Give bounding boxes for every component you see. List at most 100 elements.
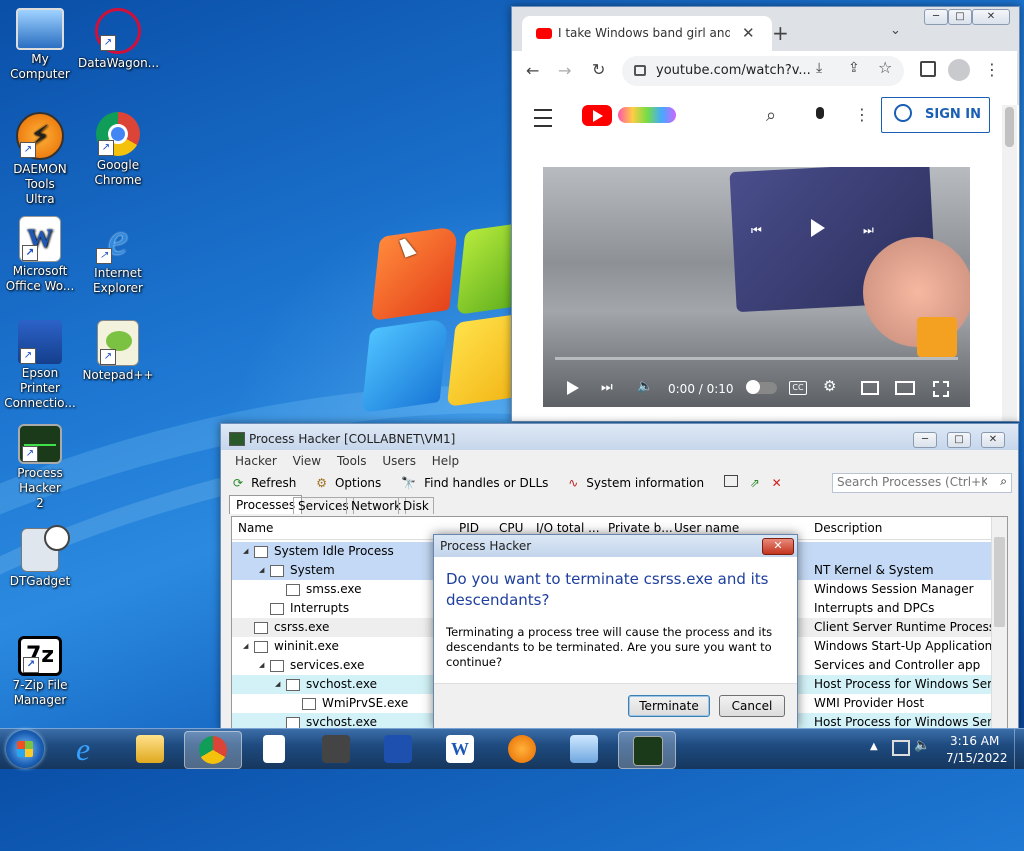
- refresh-button[interactable]: ⟳ Refresh: [233, 476, 304, 490]
- desktop-icon-google-chrome[interactable]: ↗ Google Chrome: [78, 112, 158, 188]
- menu-users[interactable]: Users: [382, 454, 416, 468]
- maximize-button[interactable]: □: [948, 9, 972, 25]
- new-tab-icon[interactable]: +: [772, 21, 789, 45]
- mic-icon[interactable]: [816, 107, 824, 119]
- tray-chevron-icon[interactable]: ▲: [870, 741, 878, 752]
- menu-help[interactable]: Help: [432, 454, 459, 468]
- reload-icon[interactable]: ↻: [592, 60, 605, 79]
- menu-tools[interactable]: Tools: [337, 454, 367, 468]
- tab-processes[interactable]: Processes: [229, 495, 303, 514]
- desktop-icon-process-hacker[interactable]: ↗ Process Hacker 2: [0, 424, 80, 511]
- share-icon[interactable]: ⇪: [848, 60, 860, 76]
- volume-icon[interactable]: 🔈: [637, 379, 653, 394]
- captions-button[interactable]: CC: [789, 381, 807, 395]
- taskbar-explorer[interactable]: [122, 731, 178, 767]
- miniplayer-icon[interactable]: [861, 381, 879, 395]
- prev-icon[interactable]: ⏮: [751, 223, 762, 238]
- col-name[interactable]: Name: [238, 517, 273, 539]
- taskbar-notepad[interactable]: [246, 731, 302, 767]
- tab-search-icon[interactable]: ⌄: [890, 23, 901, 38]
- minimize-button[interactable]: ─: [924, 9, 948, 25]
- minimize-button[interactable]: ─: [913, 432, 937, 448]
- back-icon[interactable]: ←: [526, 61, 539, 80]
- bookmark-star-icon[interactable]: ☆: [878, 58, 892, 77]
- close-button[interactable]: ✕: [972, 9, 1010, 25]
- desktop-icon-dtgadget[interactable]: DTGadget: [0, 525, 80, 589]
- process-description: Windows Start-Up Application: [814, 639, 993, 653]
- taskbar-printer[interactable]: [308, 731, 364, 767]
- terminate-button[interactable]: Terminate: [628, 695, 710, 717]
- desktop-icon-word[interactable]: W ↗ Microsoft Office Wo...: [0, 216, 80, 294]
- play-button[interactable]: [567, 381, 579, 395]
- options-button[interactable]: ⚙ Options: [316, 476, 389, 490]
- taskbar-epson[interactable]: [370, 731, 426, 767]
- browser-tab[interactable]: I take Windows band girl and Wi ✕: [522, 16, 772, 52]
- search-box[interactable]: ⌕: [832, 473, 1012, 493]
- next-icon[interactable]: ⏭: [863, 223, 874, 238]
- desktop-icon-7zip[interactable]: 7z ↗ 7-Zip File Manager: [0, 636, 80, 708]
- settings-gear-icon[interactable]: ⚙: [823, 377, 836, 395]
- terminate-x-icon[interactable]: ✕: [772, 476, 782, 490]
- youtube-logo-icon[interactable]: [582, 105, 612, 126]
- start-button[interactable]: [6, 730, 44, 768]
- desktop-icon-epson[interactable]: ↗ Epson Printer Connectio...: [0, 320, 80, 411]
- tab-disk[interactable]: Disk: [398, 497, 434, 514]
- desktop-icon-notepadpp[interactable]: ↗ Notepad++: [78, 320, 158, 383]
- theater-icon[interactable]: [895, 381, 915, 395]
- fullscreen-icon[interactable]: [933, 381, 949, 397]
- video-player[interactable]: ⏮ ⏭ ⏭ 🔈 0:00 / 0:10 CC ⚙: [543, 167, 970, 407]
- tray-network-icon[interactable]: [892, 740, 910, 756]
- sign-in-button[interactable]: SIGN IN: [881, 97, 990, 133]
- sidepanel-icon[interactable]: [920, 61, 936, 77]
- forward-icon[interactable]: →: [558, 61, 571, 80]
- expand-toggle-icon[interactable]: ◢: [259, 656, 264, 675]
- expand-toggle-icon[interactable]: ◢: [243, 542, 248, 561]
- col-description[interactable]: Description: [814, 517, 882, 539]
- search-input[interactable]: [835, 474, 989, 490]
- settings-kebab-icon[interactable]: ⋮: [854, 105, 870, 124]
- omnibox[interactable]: youtube.com/watch?v... ⤓ ⇪ ☆: [622, 56, 904, 86]
- tray-volume-icon[interactable]: 🔈: [914, 738, 930, 753]
- close-tab-icon[interactable]: ✕: [742, 24, 755, 42]
- progress-bar[interactable]: [555, 357, 958, 360]
- desktop-icon-datawagon[interactable]: ↗ DataWagon...: [78, 8, 159, 71]
- desktop-icon-internet-explorer[interactable]: e ↗ Internet Explorer: [78, 216, 158, 296]
- next-button[interactable]: ⏭: [601, 380, 613, 395]
- tab-services[interactable]: Services: [293, 497, 354, 514]
- scrollbar[interactable]: [1002, 105, 1017, 421]
- taskbar-daemon[interactable]: [494, 731, 550, 767]
- go-icon[interactable]: ⇗: [750, 476, 760, 490]
- expand-toggle-icon[interactable]: ◢: [275, 675, 280, 694]
- menu-hacker[interactable]: Hacker: [235, 454, 277, 468]
- find-handles-button[interactable]: 🔭 Find handles or DLLs: [401, 476, 556, 490]
- cancel-button[interactable]: Cancel: [719, 695, 785, 717]
- taskbar-chrome[interactable]: [184, 731, 242, 769]
- profile-avatar-icon[interactable]: [948, 59, 970, 81]
- expand-toggle-icon[interactable]: ◢: [259, 561, 264, 580]
- window-icon[interactable]: [723, 475, 738, 487]
- maximize-button[interactable]: □: [947, 432, 971, 448]
- taskbar-ie[interactable]: e: [62, 731, 118, 767]
- install-icon[interactable]: ⤓: [816, 60, 822, 76]
- process-name: WmiPrvSE.exe: [322, 696, 409, 710]
- play-icon[interactable]: [811, 219, 825, 237]
- taskbar-process-hacker[interactable]: [618, 731, 676, 769]
- system-info-button[interactable]: ∿ System information: [568, 476, 712, 490]
- autoplay-toggle[interactable]: [746, 380, 777, 394]
- clock-time[interactable]: 3:16 AM: [950, 734, 999, 748]
- dialog-close-button[interactable]: ✕: [762, 538, 794, 555]
- search-icon[interactable]: ⌕: [766, 105, 776, 126]
- desktop-icon-my-computer[interactable]: My Computer: [0, 8, 80, 82]
- menu-kebab-icon[interactable]: ⋮: [984, 60, 1000, 79]
- desktop-icon-daemon-tools[interactable]: ⚡ ↗ DAEMON Tools Ultra: [0, 112, 80, 207]
- expand-toggle-icon[interactable]: ◢: [243, 637, 248, 656]
- clock-date[interactable]: 7/15/2022: [946, 751, 1008, 765]
- table-scrollbar[interactable]: [991, 517, 1007, 730]
- taskbar-word[interactable]: W: [432, 731, 488, 767]
- hamburger-icon[interactable]: [534, 109, 552, 127]
- menu-view[interactable]: View: [293, 454, 321, 468]
- close-button[interactable]: ✕: [981, 432, 1005, 448]
- show-desktop-button[interactable]: [1014, 729, 1024, 769]
- taskbar-network[interactable]: [556, 731, 612, 767]
- process-description: NT Kernel & System: [814, 563, 934, 577]
